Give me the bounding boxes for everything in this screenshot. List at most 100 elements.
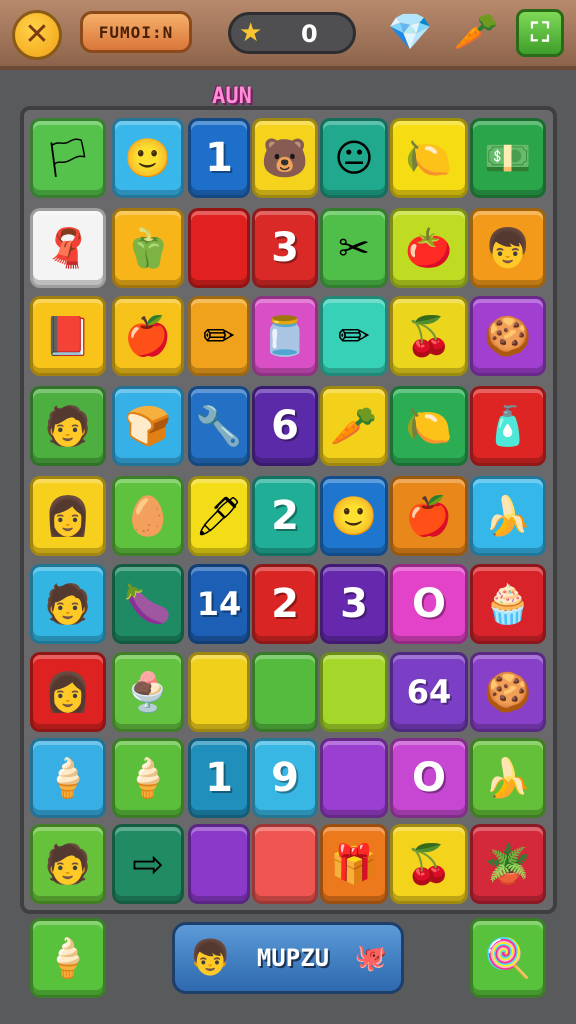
board-tile[interactable]: 🍦 xyxy=(112,738,184,818)
board-tile[interactable]: ✏ xyxy=(188,296,250,376)
cash-stack-icon: 💵 xyxy=(484,136,532,180)
board-tile[interactable] xyxy=(252,652,318,732)
board-tile[interactable] xyxy=(320,738,388,818)
board-tile[interactable]: 🙂 xyxy=(320,476,388,556)
board-tile[interactable]: 🍋 xyxy=(390,118,468,198)
board-tile[interactable]: 🍨 xyxy=(112,652,184,732)
board-tile[interactable]: 9 xyxy=(252,738,318,818)
board-tile[interactable] xyxy=(188,652,250,732)
board-tile[interactable]: 🧑 xyxy=(30,386,106,466)
board-tile[interactable]: 🍌 xyxy=(470,738,546,818)
board-tile[interactable]: 💵 xyxy=(470,118,546,198)
popsicle-icon: 🍦 xyxy=(124,756,172,800)
red-apple-icon: 🍎 xyxy=(405,494,453,538)
board-tile[interactable]: 🍒 xyxy=(390,296,468,376)
board-tile[interactable]: 1 xyxy=(188,738,250,818)
board-tile[interactable]: 🍎 xyxy=(390,476,468,556)
banana-icon: 🍌 xyxy=(484,756,532,800)
tile-number: 9 xyxy=(271,755,299,801)
board-tile[interactable] xyxy=(188,208,250,288)
board-tile[interactable]: 🪴 xyxy=(470,824,546,904)
lollipop-power-button[interactable]: 🍭 xyxy=(470,918,546,998)
board-tile[interactable] xyxy=(320,652,388,732)
board-tile[interactable]: 1 xyxy=(188,118,250,198)
board-tile[interactable]: 🍪 xyxy=(470,296,546,376)
board-tile[interactable]: 🍦 xyxy=(30,738,106,818)
tools-icon: 🔧 xyxy=(195,404,243,448)
woman-face-icon: 👩 xyxy=(44,670,92,714)
player-name-label: MUPZU xyxy=(256,944,330,972)
woman-face-icon: 👩 xyxy=(44,494,92,538)
fruit-icon[interactable]: 🥕 xyxy=(452,8,500,56)
tile-number: 14 xyxy=(196,585,242,623)
board-tile[interactable]: 🍒 xyxy=(390,824,468,904)
tile-number: 1 xyxy=(205,755,233,801)
board-tile[interactable]: O xyxy=(390,564,468,644)
board-tile[interactable]: 👩 xyxy=(30,476,106,556)
red-bag-icon: 🫑 xyxy=(124,226,172,270)
mode-title-button[interactable]: FUMOI:N xyxy=(80,11,192,53)
board-tile[interactable]: 🍆 xyxy=(112,564,184,644)
board-tile[interactable] xyxy=(188,824,250,904)
board-tile[interactable]: 🖊 xyxy=(188,476,250,556)
boy-face-icon: 👦 xyxy=(484,226,532,270)
board-tile[interactable]: 🫙 xyxy=(252,296,318,376)
board-tile[interactable]: 🍞 xyxy=(112,386,184,466)
man-face-icon: 🧑 xyxy=(44,842,92,886)
board-tile[interactable]: 2 xyxy=(252,476,318,556)
popsicle-icon: 🍦 xyxy=(44,935,92,980)
board-tile[interactable]: 🏳 xyxy=(30,118,106,198)
player-name-panel[interactable]: 👦 MUPZU 🐙 xyxy=(172,922,404,994)
tomato-icon: 🍅 xyxy=(405,226,453,270)
menu-button[interactable]: ⛶ xyxy=(516,9,564,57)
apple-icon: 🍎 xyxy=(124,314,172,358)
board-tile[interactable]: 🧴 xyxy=(470,386,546,466)
board-tile[interactable]: 14 xyxy=(188,564,250,644)
tile-number: O xyxy=(411,755,446,801)
board-tile[interactable]: 🧁 xyxy=(470,564,546,644)
carrot-icon: 🥕 xyxy=(330,404,378,448)
board-tile[interactable]: 🍅 xyxy=(390,208,468,288)
cookie-monster-icon: 🍪 xyxy=(484,314,532,358)
board-tile[interactable]: 🧑 xyxy=(30,564,106,644)
ice-cream-bowl-icon: 🍨 xyxy=(124,670,172,714)
tile-number: 3 xyxy=(271,225,299,271)
board-tile[interactable]: 6 xyxy=(252,386,318,466)
board-tile[interactable]: 🧣 xyxy=(30,208,106,288)
close-button[interactable]: ✕ xyxy=(12,10,62,60)
board-tile[interactable]: 🍎 xyxy=(112,296,184,376)
board-tile[interactable]: 3 xyxy=(252,208,318,288)
board-tile[interactable]: 🐻 xyxy=(252,118,318,198)
board-tile[interactable]: 🧑 xyxy=(30,824,106,904)
board-tile[interactable]: 3 xyxy=(320,564,388,644)
board-tile[interactable] xyxy=(252,824,318,904)
board-tile[interactable]: ✏ xyxy=(320,296,388,376)
board-tile[interactable]: 🔧 xyxy=(188,386,250,466)
bottle-icon: 🧴 xyxy=(484,404,532,448)
board-tile[interactable]: 📕 xyxy=(30,296,106,376)
face-icon: 🙂 xyxy=(124,136,172,180)
board-tile[interactable]: 👩 xyxy=(30,652,106,732)
board-tile[interactable]: 👦 xyxy=(470,208,546,288)
board-tile[interactable]: 🍋 xyxy=(390,386,468,466)
gems-icon[interactable]: 💎 xyxy=(386,8,434,56)
board-tile[interactable]: 🥕 xyxy=(320,386,388,466)
board-tile[interactable]: ⇨ xyxy=(112,824,184,904)
man-face-icon: 🧑 xyxy=(44,582,92,626)
board-tile[interactable]: 64 xyxy=(390,652,468,732)
fullscreen-icon: ⛶ xyxy=(530,17,550,48)
board-tile[interactable]: ✂ xyxy=(320,208,388,288)
popsicle-power-button[interactable]: 🍦 xyxy=(30,918,106,998)
board-tile[interactable]: 🍪 xyxy=(470,652,546,732)
board-tile[interactable]: 2 xyxy=(252,564,318,644)
board-tile[interactable]: 🫑 xyxy=(112,208,184,288)
board-tile[interactable]: 🥚 xyxy=(112,476,184,556)
board-tile[interactable]: 😐 xyxy=(320,118,388,198)
board-tile[interactable]: O xyxy=(390,738,468,818)
banana-icon: 🍌 xyxy=(484,494,532,538)
board-tile[interactable]: 🍌 xyxy=(470,476,546,556)
smiley-icon: 🙂 xyxy=(330,494,378,538)
player-avatar-icon: 👦 xyxy=(189,938,232,978)
board-tile[interactable]: 🎁 xyxy=(320,824,388,904)
board-tile[interactable]: 🙂 xyxy=(112,118,184,198)
